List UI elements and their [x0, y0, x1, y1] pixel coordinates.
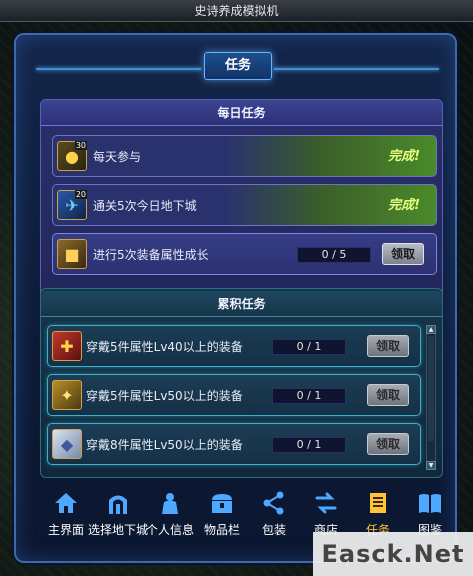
site-watermark: Easck.Net	[313, 532, 473, 576]
dialog-title: 任务	[204, 52, 272, 80]
header-line-left	[36, 68, 201, 70]
share-icon	[263, 491, 284, 515]
gate-icon	[109, 495, 127, 514]
accumulated-task-row: ◆ 穿戴8件属性Lv50以上的装备 0 / 1 领取	[47, 423, 421, 465]
nav-inventory[interactable]: 物品栏	[196, 486, 248, 558]
window-title: 史诗养成模拟机	[194, 4, 279, 18]
task-progress: 0 / 1	[272, 388, 346, 404]
header-line-right	[274, 68, 439, 70]
golden-gear-icon: ✦	[52, 380, 82, 410]
gift-box-icon: ✚	[52, 331, 82, 361]
nav-select-dungeon[interactable]: 选择地下城	[88, 486, 148, 558]
task-count-badge: 30	[74, 141, 87, 150]
nav-home[interactable]: 主界面	[40, 486, 92, 558]
nav-profile[interactable]: 个人信息	[144, 486, 196, 558]
daily-task-row: ✈ 20 通关5次今日地下城 完成!	[52, 184, 437, 226]
silver-box-icon: ◆	[52, 429, 82, 459]
character-icon	[162, 493, 178, 514]
task-progress: 0 / 1	[272, 437, 346, 453]
claim-button[interactable]: 领取	[382, 243, 424, 265]
accumulated-task-section: 累积任务 ✚ 穿戴5件属性Lv40以上的装备 0 / 1 领取 ✦ 穿戴5件属性…	[40, 288, 443, 478]
gold-box-icon: ■	[57, 239, 87, 269]
gold-medal-icon: ● 30	[57, 141, 87, 171]
claim-button[interactable]: 领取	[367, 384, 409, 406]
book-icon	[419, 494, 441, 513]
task-count-badge: 20	[74, 190, 87, 199]
task-dialog: 任务 每日任务 ● 30 每天参与 完成! ✈ 20 通关5次今日地下城 完成!…	[14, 33, 457, 563]
scroll-down-icon[interactable]: ▼	[426, 461, 436, 470]
daily-task-row: ■ 进行5次装备属性成长 0 / 5 领取	[52, 233, 437, 275]
accumulated-section-header: 累积任务	[41, 291, 442, 317]
task-label: 通关5次今日地下城	[93, 199, 197, 213]
accumulated-task-row: ✦ 穿戴5件属性Lv50以上的装备 0 / 1 领取	[47, 374, 421, 416]
task-complete-status: 完成!	[388, 198, 420, 213]
task-label: 穿戴5件属性Lv50以上的装备	[86, 389, 243, 403]
scroll-thumb[interactable]	[428, 336, 434, 441]
scroll-up-icon[interactable]: ▲	[426, 325, 436, 334]
task-label: 每天参与	[93, 150, 142, 164]
chest-icon	[212, 494, 232, 513]
task-scrollbar[interactable]: ▲ ▼	[426, 325, 436, 470]
daily-task-section: 每日任务 ● 30 每天参与 完成! ✈ 20 通关5次今日地下城 完成! ■ …	[40, 99, 443, 307]
dungeon-pass-icon: ✈ 20	[57, 190, 87, 220]
task-label: 穿戴5件属性Lv40以上的装备	[86, 340, 243, 354]
accumulated-task-row: ✚ 穿戴5件属性Lv40以上的装备 0 / 1 领取	[47, 325, 421, 367]
window-titlebar: 史诗养成模拟机	[0, 0, 473, 22]
home-icon	[55, 493, 77, 513]
daily-section-header: 每日任务	[41, 100, 442, 126]
scroll-icon	[370, 493, 386, 513]
daily-task-row: ● 30 每天参与 完成!	[52, 135, 437, 177]
claim-button[interactable]: 领取	[367, 335, 409, 357]
dialog-header: 任务	[16, 35, 455, 91]
task-progress: 0 / 5	[297, 247, 371, 263]
nav-package[interactable]: 包装	[248, 486, 300, 558]
exchange-icon	[315, 492, 337, 514]
task-label: 穿戴8件属性Lv50以上的装备	[86, 438, 243, 452]
task-progress: 0 / 1	[272, 339, 346, 355]
task-label: 进行5次装备属性成长	[93, 248, 209, 262]
claim-button[interactable]: 领取	[367, 433, 409, 455]
task-complete-status: 完成!	[388, 149, 420, 164]
